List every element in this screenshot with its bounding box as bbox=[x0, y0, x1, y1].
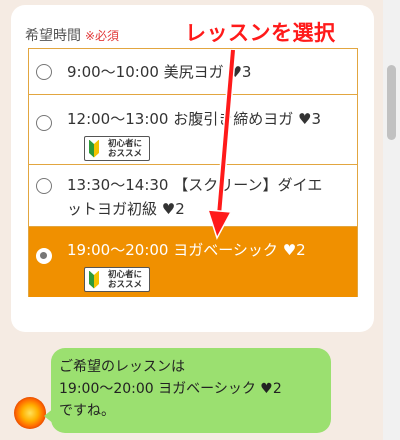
chat-line-3: ですね。 bbox=[59, 403, 115, 419]
lesson-option-label: 9:00〜10:00 美尻ヨガ ♥3 bbox=[67, 63, 252, 81]
field-label: 希望時間 ※必須 bbox=[25, 25, 119, 45]
sun-avatar-icon bbox=[14, 397, 46, 429]
beginner-badge-line2: おススメ bbox=[107, 148, 142, 159]
radio-button-selected[interactable] bbox=[36, 248, 52, 264]
lesson-option-1[interactable]: 9:00〜10:00 美尻ヨガ ♥3 bbox=[29, 49, 357, 95]
chat-bubble: ご希望のレッスンは 19:00〜20:00 ヨガベーシック ♥2 ですね。 bbox=[44, 348, 331, 433]
lesson-option-label: 12:00〜13:00 お腹引き締めヨガ ♥3 bbox=[67, 110, 321, 128]
beginner-leaf-icon bbox=[89, 139, 99, 158]
lesson-option-label: 19:00〜20:00 ヨガベーシック ♥2 bbox=[67, 241, 306, 259]
lesson-form-card: 希望時間 ※必須 9:00〜10:00 美尻ヨガ ♥3 12:00〜13:00 お… bbox=[11, 5, 374, 332]
lesson-option-label-line1: 13:30〜14:30 【スクリーン】ダイエ bbox=[67, 176, 323, 194]
beginner-leaf-icon bbox=[89, 270, 99, 289]
annotation-label: レッスンを選択 bbox=[185, 21, 336, 45]
lesson-option-label: 13:30〜14:30 【スクリーン】ダイエ ットヨガ初級 ♥2 bbox=[67, 173, 352, 221]
scrollbar-thumb[interactable] bbox=[387, 65, 396, 140]
beginner-badge: 初心者に おススメ bbox=[84, 267, 150, 292]
beginner-badge-line1: 初心者に bbox=[107, 269, 142, 280]
lesson-option-3[interactable]: 13:30〜14:30 【スクリーン】ダイエ ットヨガ初級 ♥2 bbox=[29, 165, 357, 227]
radio-button[interactable] bbox=[36, 64, 52, 80]
scrollbar[interactable] bbox=[383, 0, 400, 440]
chat-line-1: ご希望のレッスンは bbox=[59, 359, 185, 375]
radio-button[interactable] bbox=[36, 178, 52, 194]
lesson-option-4-selected[interactable]: 19:00〜20:00 ヨガベーシック ♥2 初心者に おススメ bbox=[29, 227, 357, 297]
required-label: ※必須 bbox=[85, 29, 120, 43]
beginner-badge-line2: おススメ bbox=[107, 279, 142, 290]
field-label-text: 希望時間 bbox=[25, 28, 81, 44]
radio-button[interactable] bbox=[36, 115, 52, 131]
chat-line-2: 19:00〜20:00 ヨガベーシック ♥2 bbox=[59, 381, 282, 397]
lesson-option-label-line2: ットヨガ初級 ♥2 bbox=[67, 200, 185, 218]
lesson-option-2[interactable]: 12:00〜13:00 お腹引き締めヨガ ♥3 初心者に おススメ bbox=[29, 95, 357, 165]
lesson-options: 9:00〜10:00 美尻ヨガ ♥3 12:00〜13:00 お腹引き締めヨガ … bbox=[28, 48, 358, 297]
beginner-badge: 初心者に おススメ bbox=[84, 136, 150, 161]
beginner-badge-line1: 初心者に bbox=[107, 138, 142, 149]
